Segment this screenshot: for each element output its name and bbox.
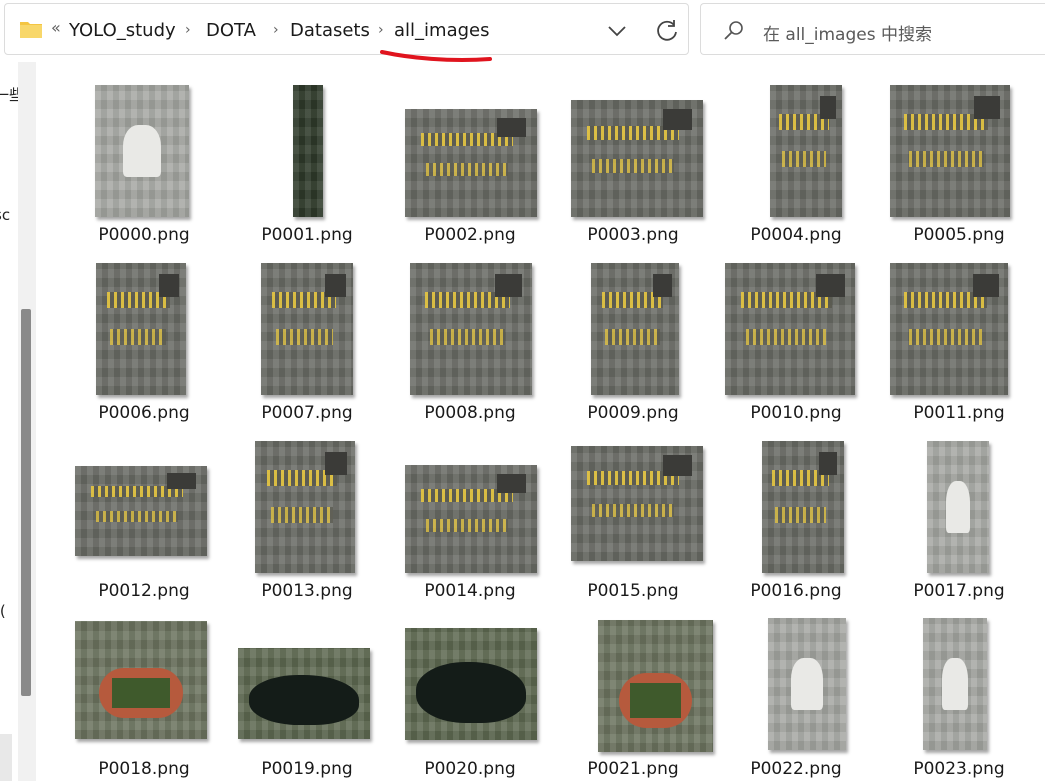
image-thumbnail[interactable] bbox=[762, 441, 844, 573]
file-item[interactable]: P0019.png bbox=[223, 606, 391, 782]
image-thumbnail[interactable] bbox=[571, 100, 703, 217]
file-name-label[interactable]: P0016.png bbox=[712, 581, 880, 601]
image-thumbnail[interactable] bbox=[598, 620, 713, 752]
file-name-label[interactable]: P0009.png bbox=[549, 403, 717, 423]
file-item[interactable]: P0018.png bbox=[60, 606, 228, 782]
file-item[interactable]: P0008.png bbox=[386, 250, 554, 426]
image-thumbnail[interactable] bbox=[571, 446, 703, 561]
file-item[interactable]: P0010.png bbox=[712, 250, 880, 426]
file-item[interactable]: P0009.png bbox=[549, 250, 717, 426]
image-thumbnail[interactable] bbox=[96, 263, 186, 395]
folder-icon bbox=[20, 22, 42, 38]
file-item[interactable]: P0015.png bbox=[549, 428, 717, 604]
image-thumbnail[interactable] bbox=[890, 263, 1008, 395]
file-name-label[interactable]: P0022.png bbox=[712, 759, 880, 779]
address-bar[interactable]: « YOLO_study › DOTA › Datasets › all_ima… bbox=[4, 3, 689, 55]
nav-clipped-text[interactable]: sc bbox=[0, 206, 10, 224]
breadcrumb-separator[interactable]: › bbox=[185, 22, 191, 38]
breadcrumb-overflow-button[interactable]: « bbox=[51, 18, 61, 37]
image-thumbnail[interactable] bbox=[768, 618, 846, 750]
file-item[interactable]: P0006.png bbox=[60, 250, 228, 426]
red-annotation-underline bbox=[380, 50, 492, 62]
file-item[interactable]: P0014.png bbox=[386, 428, 554, 604]
file-item[interactable]: P0004.png bbox=[712, 72, 880, 248]
breadcrumb-separator[interactable]: › bbox=[378, 22, 384, 38]
file-item[interactable]: P0022.png bbox=[712, 606, 880, 782]
file-name-label[interactable]: P0015.png bbox=[549, 581, 717, 601]
image-thumbnail[interactable] bbox=[890, 85, 1010, 217]
image-thumbnail[interactable] bbox=[238, 648, 370, 739]
file-name-label[interactable]: P0020.png bbox=[386, 759, 554, 779]
file-name-label[interactable]: P0017.png bbox=[875, 581, 1043, 601]
file-item[interactable]: P0021.png bbox=[549, 606, 717, 782]
image-thumbnail[interactable] bbox=[75, 466, 207, 556]
image-thumbnail[interactable] bbox=[927, 441, 989, 573]
file-item[interactable]: P0005.png bbox=[875, 72, 1043, 248]
file-name-label[interactable]: P0013.png bbox=[223, 581, 391, 601]
file-item[interactable]: P0023.png bbox=[875, 606, 1043, 782]
title-toolbar: « YOLO_study › DOTA › Datasets › all_ima… bbox=[0, 0, 1045, 62]
file-name-label[interactable]: P0004.png bbox=[712, 225, 880, 245]
breadcrumb-dota[interactable]: DOTA bbox=[206, 20, 256, 41]
file-name-label[interactable]: P0003.png bbox=[549, 225, 717, 245]
file-name-label[interactable]: P0014.png bbox=[386, 581, 554, 601]
file-name-label[interactable]: P0007.png bbox=[223, 403, 391, 423]
file-item[interactable]: P0013.png bbox=[223, 428, 391, 604]
image-thumbnail[interactable] bbox=[95, 85, 189, 217]
file-name-label[interactable]: P0008.png bbox=[386, 403, 554, 423]
file-item[interactable]: P0000.png bbox=[60, 72, 228, 248]
file-name-label[interactable]: P0011.png bbox=[875, 403, 1043, 423]
image-thumbnail[interactable] bbox=[255, 441, 355, 573]
file-name-label[interactable]: P0018.png bbox=[60, 759, 228, 779]
file-name-label[interactable]: P0023.png bbox=[875, 759, 1043, 779]
file-name-label[interactable]: P0012.png bbox=[60, 581, 228, 601]
file-name-label[interactable]: P0001.png bbox=[223, 225, 391, 245]
breadcrumb-separator[interactable]: › bbox=[273, 22, 279, 38]
image-thumbnail[interactable] bbox=[410, 263, 532, 395]
image-thumbnail[interactable] bbox=[405, 465, 537, 573]
file-item[interactable]: P0012.png bbox=[60, 428, 228, 604]
file-name-label[interactable]: P0002.png bbox=[386, 225, 554, 245]
image-thumbnail[interactable] bbox=[261, 263, 353, 395]
breadcrumb-yolo-study[interactable]: YOLO_study bbox=[69, 20, 176, 41]
search-icon bbox=[724, 21, 743, 40]
image-thumbnail[interactable] bbox=[923, 618, 987, 750]
file-name-label[interactable]: P0021.png bbox=[549, 759, 717, 779]
chevron-down-icon[interactable] bbox=[603, 18, 631, 44]
scrollbar-corner bbox=[0, 734, 12, 781]
file-item[interactable]: P0011.png bbox=[875, 250, 1043, 426]
file-item[interactable]: P0016.png bbox=[712, 428, 880, 604]
breadcrumb-datasets[interactable]: Datasets bbox=[290, 20, 370, 41]
image-thumbnail[interactable] bbox=[770, 85, 842, 217]
navigation-scrollbar-thumb[interactable] bbox=[21, 309, 31, 696]
search-box[interactable]: 在 all_images 中搜索 bbox=[700, 3, 1045, 55]
image-thumbnail[interactable] bbox=[405, 109, 537, 217]
file-name-label[interactable]: P0000.png bbox=[60, 225, 228, 245]
file-item[interactable]: P0007.png bbox=[223, 250, 391, 426]
file-item[interactable]: P0003.png bbox=[549, 72, 717, 248]
file-item[interactable]: P0020.png bbox=[386, 606, 554, 782]
refresh-icon[interactable] bbox=[653, 17, 681, 45]
file-grid: P0000.png P0001.png P0002.png P0003.png P000… bbox=[60, 72, 1045, 781]
image-thumbnail[interactable] bbox=[591, 263, 679, 395]
search-placeholder[interactable]: 在 all_images 中搜索 bbox=[763, 20, 932, 45]
image-thumbnail[interactable] bbox=[293, 85, 323, 217]
file-item[interactable]: P0001.png bbox=[223, 72, 391, 248]
nav-clipped-text[interactable]: )( bbox=[0, 602, 6, 620]
file-name-label[interactable]: P0006.png bbox=[60, 403, 228, 423]
breadcrumb-all-images[interactable]: all_images bbox=[394, 20, 489, 41]
image-thumbnail[interactable] bbox=[405, 628, 537, 740]
file-name-label[interactable]: P0005.png bbox=[875, 225, 1043, 245]
image-thumbnail[interactable] bbox=[725, 263, 855, 395]
file-name-label[interactable]: P0010.png bbox=[712, 403, 880, 423]
file-name-label[interactable]: P0019.png bbox=[223, 759, 391, 779]
image-thumbnail[interactable] bbox=[75, 621, 207, 739]
file-item[interactable]: P0017.png bbox=[875, 428, 1043, 604]
file-item[interactable]: P0002.png bbox=[386, 72, 554, 248]
